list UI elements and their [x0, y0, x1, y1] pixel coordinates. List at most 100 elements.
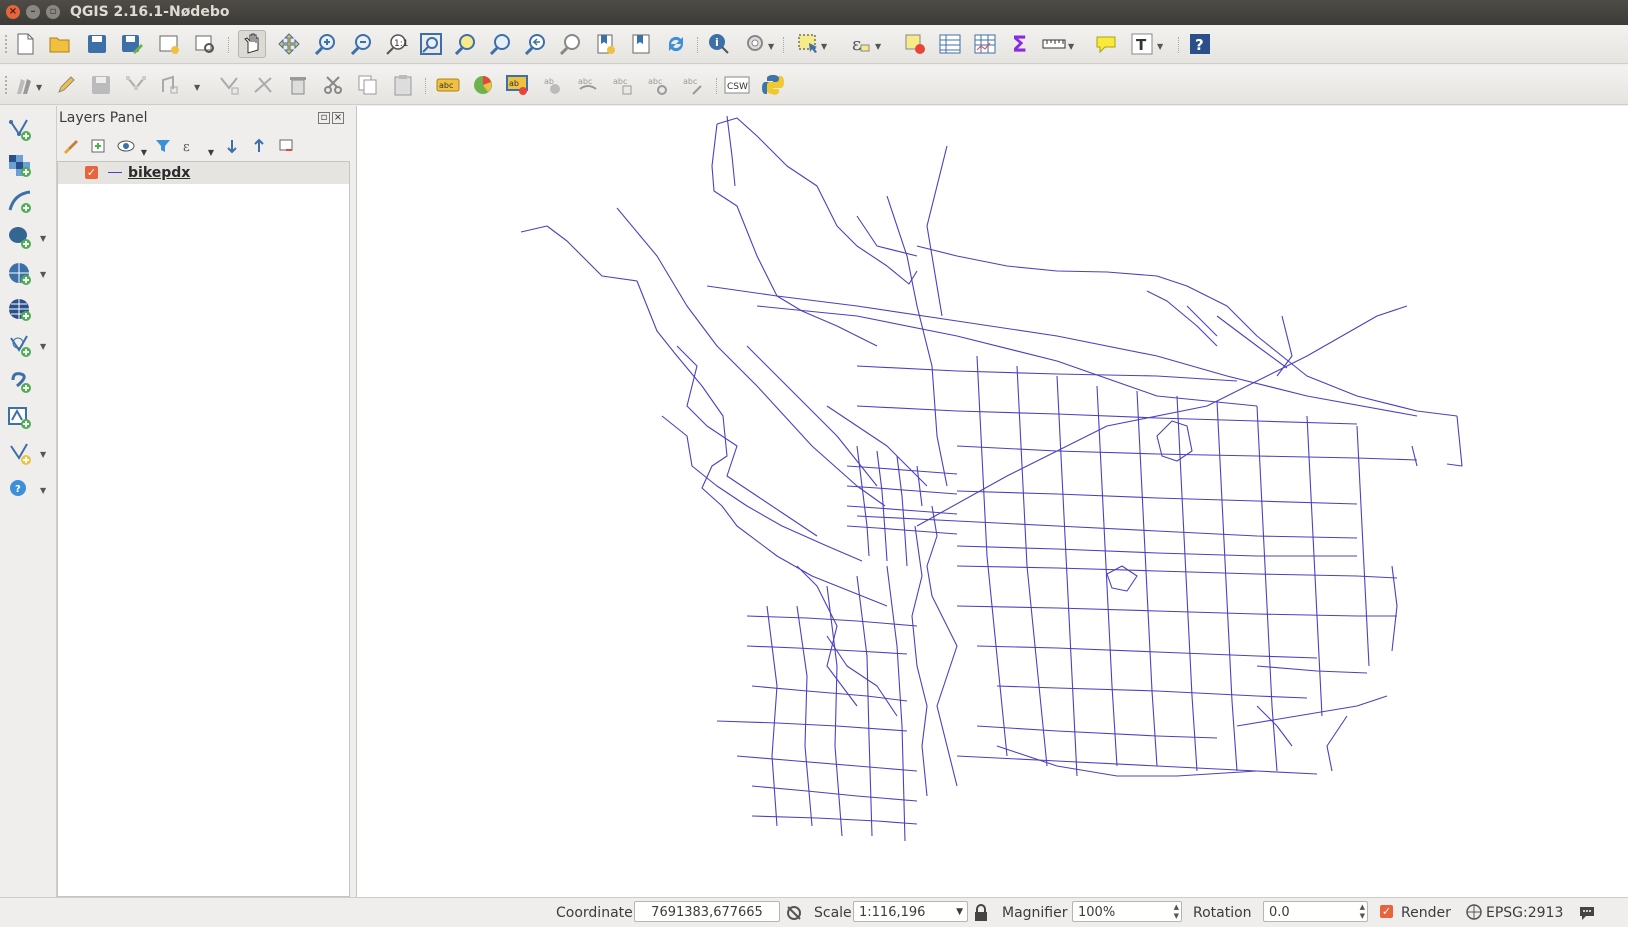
move-feature-icon[interactable] — [158, 72, 184, 98]
filter-legend-icon[interactable] — [152, 136, 174, 156]
refresh-icon[interactable] — [663, 31, 689, 57]
map-tips-icon[interactable] — [1093, 31, 1119, 57]
show-bookmarks-icon[interactable] — [628, 31, 654, 57]
deselect-icon[interactable] — [902, 31, 928, 57]
node-tool-icon[interactable] — [216, 72, 242, 98]
zoom-to-layer-icon[interactable] — [488, 31, 514, 57]
python-console-icon[interactable] — [760, 72, 786, 98]
text-annotation-icon[interactable]: T — [1129, 31, 1155, 57]
copy-features-icon[interactable] — [355, 72, 381, 98]
zoom-out-icon[interactable] — [349, 31, 375, 57]
rotation-spinbox[interactable]: 0.0 ▲ ▼ — [1263, 901, 1368, 922]
statistics-icon[interactable]: Σ — [1007, 31, 1033, 57]
csw-icon[interactable]: CSW — [724, 72, 750, 98]
save-project-icon[interactable] — [84, 31, 110, 57]
add-raster-layer-icon[interactable] — [6, 152, 34, 180]
save-as-icon[interactable] — [119, 31, 145, 57]
open-project-icon[interactable] — [47, 31, 73, 57]
add-wcs-layer-icon[interactable] — [6, 296, 34, 324]
float-panel-button[interactable]: ▫ — [318, 112, 330, 124]
toggle-editing-icon[interactable] — [53, 72, 79, 98]
scale-combobox[interactable]: 1:116,196 ▼ — [853, 901, 968, 922]
zoom-in-icon[interactable] — [313, 31, 339, 57]
new-shapefile-layer-icon[interactable] — [6, 440, 34, 468]
save-edits-icon[interactable] — [88, 72, 114, 98]
style-manager-icon[interactable] — [59, 136, 81, 156]
paste-features-icon[interactable] — [390, 72, 416, 98]
zoom-to-selection-icon[interactable] — [453, 31, 479, 57]
remove-layer-icon[interactable] — [275, 136, 297, 156]
add-group-icon[interactable] — [87, 136, 109, 156]
zoom-next-icon[interactable] — [558, 31, 584, 57]
minimize-window-button[interactable]: – — [26, 5, 40, 19]
expand-all-icon[interactable] — [221, 136, 243, 156]
current-edits-icon[interactable] — [12, 72, 38, 98]
svg-text:i: i — [715, 36, 719, 49]
select-by-expression-icon[interactable]: ε — [848, 31, 874, 57]
layer-name: bikepdx — [128, 165, 191, 181]
messages-icon[interactable] — [1578, 903, 1596, 925]
new-print-composer-icon[interactable] — [156, 31, 182, 57]
pan-to-selection-icon[interactable] — [276, 31, 302, 57]
diagram-icon[interactable] — [470, 72, 496, 98]
zoom-full-icon[interactable] — [418, 31, 444, 57]
rotation-label: Rotation — [1193, 905, 1252, 921]
composer-manager-icon[interactable] — [192, 31, 218, 57]
coordinate-field[interactable]: 7691383,677665 — [634, 901, 780, 922]
bikepdx-network-map — [520, 115, 1463, 842]
map-canvas[interactable] — [356, 106, 1628, 897]
magnifier-value: 100% — [1078, 905, 1116, 920]
add-feature-icon[interactable] — [123, 72, 149, 98]
attribute-table-icon[interactable] — [937, 31, 963, 57]
node-tool-icon[interactable] — [250, 72, 276, 98]
crs-globe-icon[interactable] — [1466, 904, 1482, 924]
render-checkbox[interactable]: ✓ — [1380, 905, 1393, 918]
extents-toggle-icon[interactable] — [785, 904, 803, 926]
lock-icon[interactable] — [974, 904, 988, 926]
add-wfs-layer-icon[interactable] — [6, 332, 34, 360]
close-panel-button[interactable]: × — [332, 112, 344, 124]
identify-icon[interactable]: i — [706, 31, 732, 57]
field-calculator-icon[interactable] — [972, 31, 998, 57]
magnifier-spinbox[interactable]: 100% ▲ ▼ — [1072, 901, 1182, 922]
zoom-last-icon[interactable] — [523, 31, 549, 57]
run-action-icon[interactable] — [743, 31, 769, 57]
label-icon[interactable]: abc — [435, 72, 461, 98]
select-features-icon[interactable] — [795, 31, 821, 57]
crs-status[interactable]: EPSG:2913 — [1486, 905, 1563, 921]
close-window-button[interactable]: × — [6, 5, 20, 19]
zoom-actual-icon[interactable]: 1:1 — [384, 31, 410, 57]
pan-icon[interactable] — [238, 30, 266, 58]
cut-features-icon[interactable] — [320, 72, 346, 98]
layer-visibility-checkbox[interactable]: ✓ — [85, 166, 98, 179]
toolbar-grip[interactable] — [5, 76, 9, 94]
change-label-icon[interactable]: abc — [680, 72, 706, 98]
add-vector-layer-icon[interactable] — [6, 116, 34, 144]
new-project-icon[interactable] — [12, 31, 38, 57]
expression-dropdown[interactable]: ▼ — [200, 142, 222, 162]
show-hide-labels-icon[interactable]: ab — [540, 72, 566, 98]
filter-by-expression-icon[interactable]: ε — [179, 136, 201, 156]
measure-icon[interactable] — [1041, 31, 1067, 57]
rotate-label-icon[interactable]: abc — [610, 72, 636, 98]
chevron-down-icon[interactable]: ▼ — [956, 902, 963, 923]
window-titlebar: × – ▫ QGIS 2.16.1-Nødebo — [0, 0, 1628, 25]
add-virtual-layer-icon[interactable] — [6, 404, 34, 432]
layer-item-bikepdx[interactable]: ✓ bikepdx — [58, 162, 349, 184]
spin-arrows-icon[interactable]: ▲ ▼ — [1174, 903, 1179, 921]
add-wms-layer-icon[interactable] — [6, 260, 34, 288]
add-delimited-text-icon[interactable] — [6, 368, 34, 396]
add-postgis-layer-icon[interactable] — [6, 224, 34, 252]
delete-selected-icon[interactable] — [285, 72, 311, 98]
move-label-icon[interactable]: abc — [575, 72, 601, 98]
toolbar-grip[interactable] — [5, 35, 9, 53]
spin-arrows-icon[interactable]: ▲ ▼ — [1360, 903, 1365, 921]
add-spatialite-layer-icon[interactable] — [6, 188, 34, 216]
pin-labels-icon[interactable]: ab — [505, 72, 531, 98]
collapse-all-icon[interactable] — [248, 136, 270, 156]
add-mssql-layer-icon[interactable]: ? — [6, 476, 34, 504]
help-icon[interactable]: ? — [1187, 31, 1213, 57]
new-bookmark-icon[interactable] — [593, 31, 619, 57]
change-label-icon[interactable]: abc — [645, 72, 671, 98]
maximize-window-button[interactable]: ▫ — [46, 5, 60, 19]
